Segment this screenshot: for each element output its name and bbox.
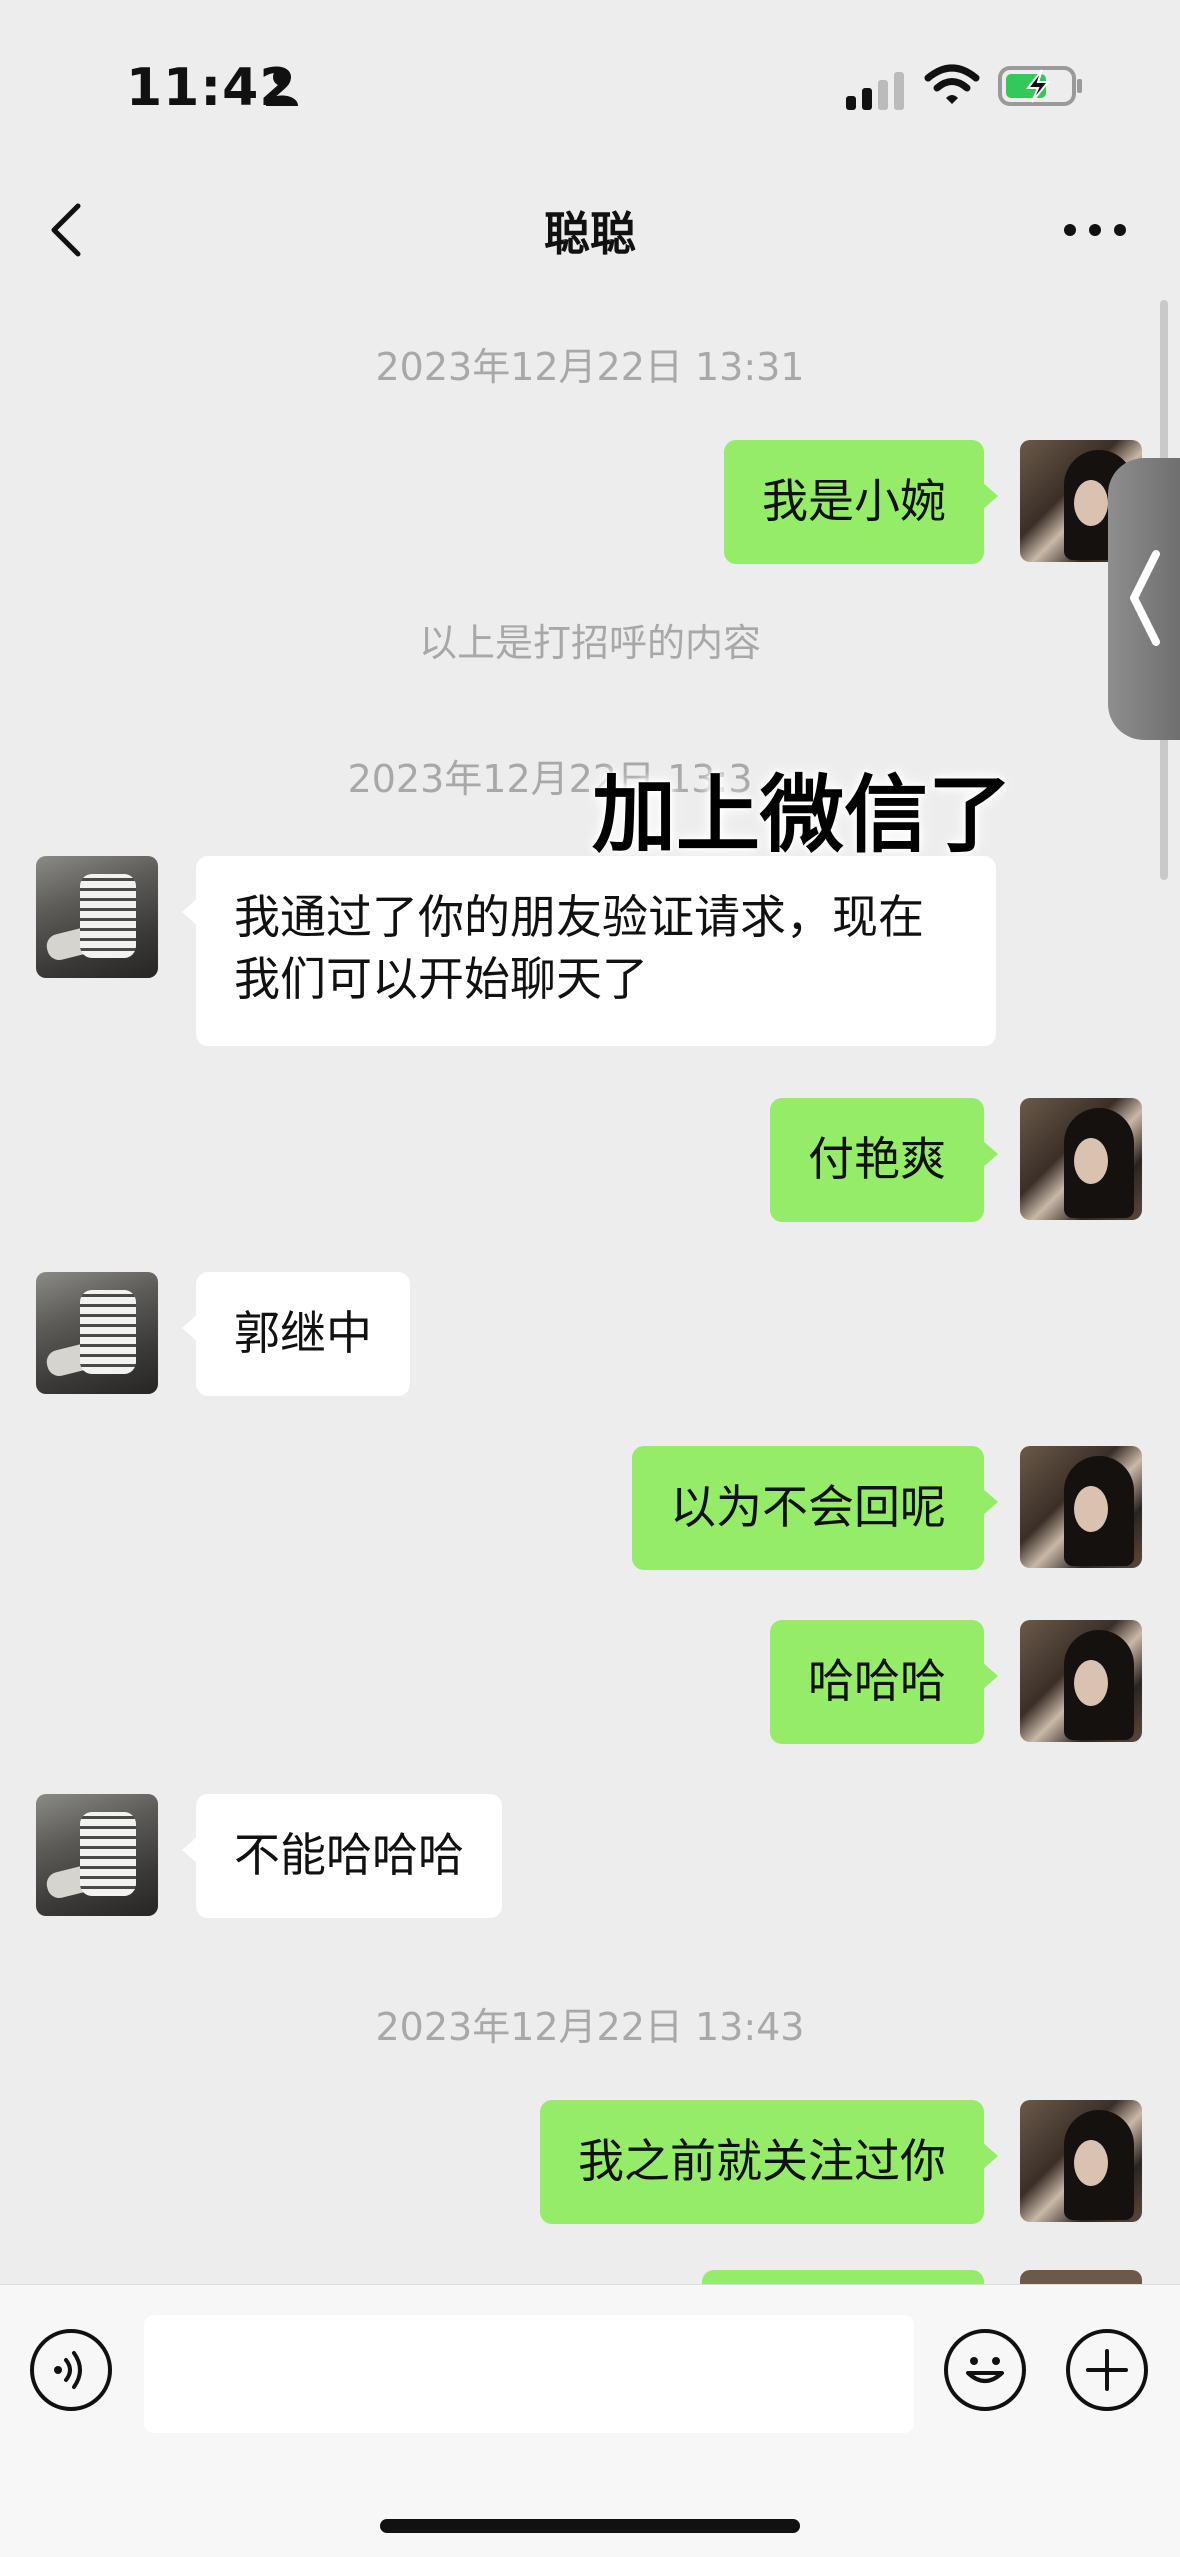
home-indicator: [380, 2519, 800, 2533]
side-drawer-handle[interactable]: [1108, 458, 1180, 740]
voice-icon: [54, 2351, 82, 2389]
message-bubble-received[interactable]: 我通过了你的朋友验证请求，现在我们可以开始聊天了: [182, 856, 996, 1046]
avatar-friend[interactable]: [36, 1272, 158, 1394]
message-bubble-sent[interactable]: 我之前就关注过你: [540, 2100, 998, 2224]
chevron-left-icon: [1130, 550, 1160, 646]
voice-button[interactable]: [30, 2329, 112, 2411]
plus-button[interactable]: [1066, 2329, 1148, 2411]
message-bubble-sent[interactable]: 付艳爽: [770, 1098, 998, 1222]
plus-icon: [1086, 2349, 1128, 2391]
chat-title: 聪聪: [544, 207, 636, 261]
timestamp: 2023年12月22日 13:31: [375, 345, 805, 389]
message-input[interactable]: [144, 2315, 914, 2433]
avatar-me[interactable]: [1020, 1620, 1142, 1742]
message-bubble-received[interactable]: 郭继中: [182, 1272, 410, 1396]
status-bar: 11:42: [0, 0, 1180, 170]
avatar-me[interactable]: [1020, 1098, 1142, 1220]
wifi-icon: [924, 64, 980, 104]
input-bar: [0, 2284, 1180, 2557]
message-bubble-received[interactable]: 不能哈哈哈: [182, 1794, 502, 1918]
message-bubble-sent[interactable]: 以为不会回呢: [632, 1446, 998, 1570]
message-bubble-sent[interactable]: 哈哈哈: [770, 1620, 998, 1744]
avatar-friend[interactable]: [36, 856, 158, 978]
avatar-me[interactable]: [1020, 2100, 1142, 2222]
system-note: 以上是打招呼的内容: [418, 621, 761, 665]
more-dots-icon[interactable]: [1060, 210, 1130, 250]
person-icon: [266, 68, 298, 106]
message-bubble-sent[interactable]: 我是小婉: [724, 440, 998, 564]
avatar-me[interactable]: [1020, 1446, 1142, 1568]
overlay-caption: 加上微信了: [592, 766, 1013, 864]
emoji-button[interactable]: [944, 2329, 1026, 2411]
timestamp: 2023年12月22日 13:43: [375, 2005, 805, 2049]
nav-bar: 聪聪: [0, 170, 1180, 290]
battery-charging-icon: [998, 66, 1082, 106]
cellular-signal-icon: [846, 72, 904, 110]
avatar-friend[interactable]: [36, 1794, 158, 1916]
emoji-icon: [966, 2357, 1004, 2383]
